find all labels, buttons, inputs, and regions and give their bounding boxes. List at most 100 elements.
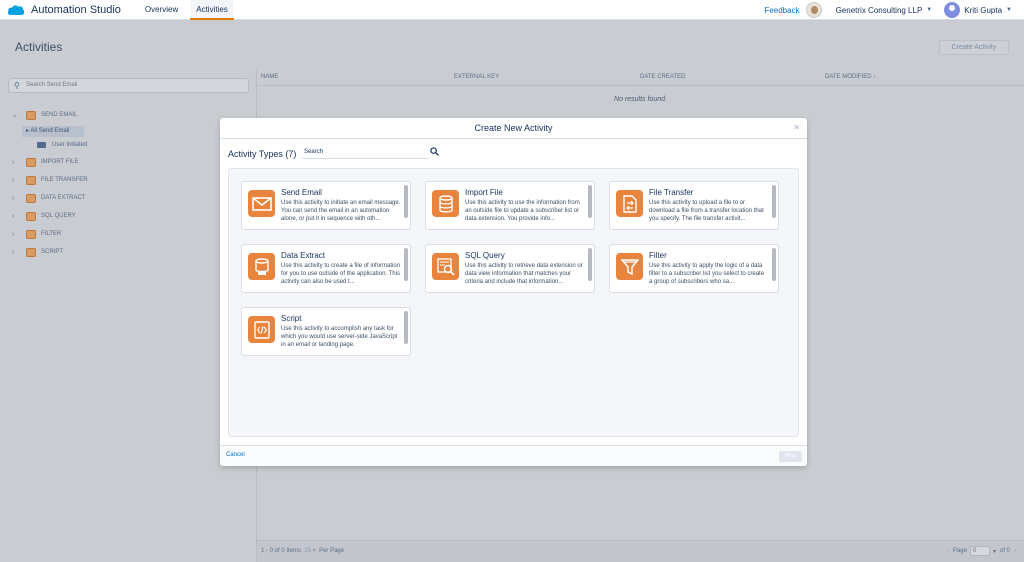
card-scrollbar[interactable] [404,248,408,281]
sql-query-icon [26,211,36,221]
chevron-down-icon[interactable]: ▾ [313,548,316,554]
page-total: of 0 [999,548,1010,554]
page-number-input[interactable]: 0 [969,546,990,556]
activity-card-sql-query[interactable]: SQL Query Use this activity to retrieve … [425,244,595,293]
create-activity-button[interactable]: Create Activity [939,40,1009,55]
items-count: 1 - 0 of 0 Items [261,548,302,554]
file-transfer-icon [26,175,36,185]
tree-item-label: IMPORT FILE [41,159,79,165]
folder-all-send-email[interactable]: ▸ All Send Email [22,126,84,137]
table-header: NAME EXTERNAL KEY DATE CREATED DATE MODI… [257,70,1024,86]
card-title: File Transfer [649,188,694,197]
tree-item-file-transfer[interactable]: › FILE TRANSFER [12,171,88,189]
tree-item-label: FILE TRANSFER [41,177,88,183]
empty-message: No results found. [614,96,667,103]
page-title: Activities [15,40,63,54]
card-description: Use this activity to accomplish any task… [281,326,398,348]
chevron-down-icon[interactable]: ⌄ [12,111,22,119]
cancel-button[interactable]: Cancel [226,452,245,458]
column-header-name[interactable]: NAME [261,74,278,80]
chevron-right-icon[interactable]: › [12,159,22,166]
card-title: Script [281,314,302,323]
tree-item-label: DATA EXTRACT [41,195,86,201]
activity-card-filter[interactable]: Filter Use this activity to apply the lo… [609,244,779,293]
tree-item-send-email[interactable]: ⌄ SEND EMAIL [12,106,88,124]
folder-label: All Send Email [30,128,70,134]
card-title: Filter [649,251,667,260]
tree-item-import-file[interactable]: › IMPORT FILE [12,153,88,171]
page-header: Activities Create Activity [0,20,1024,70]
chevron-down-icon[interactable]: ▼ [1006,7,1012,13]
card-description: Use this activity to use the information… [465,200,580,222]
activity-card-import-file[interactable]: Import File Use this activity to use the… [425,181,595,230]
tree-item-script[interactable]: › SCRIPT [12,243,88,261]
folder-user-initiated[interactable]: User Initiated [37,137,88,153]
card-description: Use this activity to upload a file to or… [649,200,764,222]
column-header-date-modified[interactable]: DATE MODIFIED ↓ [825,74,876,80]
tree-item-label: SCRIPT [41,249,64,255]
card-description: Use this activity to initiate an email m… [281,200,401,222]
activity-card-data-extract[interactable]: Data Extract Use this activity to create… [241,244,411,293]
chevron-right-icon[interactable]: › [12,195,22,202]
card-description: Use this activity to apply the logic of … [649,263,765,285]
script-icon [26,247,36,257]
close-icon[interactable]: ✕ [793,123,800,132]
search-placeholder: Search [304,149,324,155]
column-header-external-key[interactable]: EXTERNAL KEY [454,74,499,80]
tree-item-data-extract[interactable]: › DATA EXTRACT [12,189,88,207]
next-button[interactable]: Next [779,451,802,462]
folder-tree: ⌄ SEND EMAIL ▸ All Send Email User Initi… [12,106,88,261]
tree-item-label: SQL QUERY [41,213,76,219]
user-photo[interactable] [805,2,822,18]
tab-activities[interactable]: Activities [190,0,234,20]
search-icon: ⚲ [14,81,20,90]
chevron-down-icon[interactable]: ▼ [926,7,932,13]
sql-query-icon [432,253,459,280]
next-page-icon[interactable]: › [1014,548,1016,554]
activity-search-input[interactable]: Search [302,147,428,159]
avatar[interactable] [944,2,961,18]
card-scrollbar[interactable] [588,185,592,218]
chevron-right-icon[interactable]: › [12,213,22,220]
activity-card-send-email[interactable]: Send Email Use this activity to initiate… [241,181,411,230]
card-title: Send Email [281,188,322,197]
per-page-select[interactable]: 25 [304,548,311,554]
activity-types-label: Activity Types (7) [228,149,297,159]
chevron-down-icon[interactable]: ▾ [993,548,996,555]
per-page-label: Per Page [319,548,345,554]
folder-search-input[interactable]: ⚲ Search Send Email [8,78,249,93]
card-scrollbar[interactable] [404,185,408,218]
org-switcher[interactable]: Genetrix Consulting LLP [836,6,923,15]
data-extract-icon [248,253,275,280]
search-icon[interactable] [430,147,439,158]
tree-item-sql-query[interactable]: › SQL QUERY [12,207,88,225]
card-scrollbar[interactable] [772,185,776,218]
app-title[interactable]: Automation Studio [31,4,121,16]
activity-card-file-transfer[interactable]: File Transfer Use this activity to uploa… [609,181,779,230]
chevron-right-icon[interactable]: › [12,249,22,256]
feedback-link[interactable]: Feedback [764,6,799,15]
funnel-icon [616,253,643,280]
folder-panel: ⚲ Search Send Email ⌄ SEND EMAIL ▸ All S… [0,70,257,562]
card-description: Use this activity to create a file of in… [281,263,401,285]
activity-card-script[interactable]: Script Use this activity to accomplish a… [241,307,411,356]
envelope-icon [248,190,275,217]
salesforce-cloud-icon[interactable] [7,4,25,16]
tree-item-filter[interactable]: › FILTER [12,225,88,243]
chevron-right-icon[interactable]: › [12,231,22,238]
user-menu[interactable]: Kriti Gupta [964,6,1002,15]
modal-title: Create New Activity [474,123,553,133]
chevron-right-icon[interactable]: › [12,177,22,184]
send-email-icon [26,110,36,120]
card-scrollbar[interactable] [404,311,408,344]
card-scrollbar[interactable] [588,248,592,281]
tree-item-label: SEND EMAIL [41,112,78,118]
previous-page-icon[interactable]: ‹ [947,548,949,554]
column-header-date-created[interactable]: DATE CREATED [640,74,685,80]
top-bar: Automation Studio Overview Activities Fe… [0,0,1024,20]
filter-icon [26,229,36,239]
card-scrollbar[interactable] [772,248,776,281]
card-title: Data Extract [281,251,326,260]
tab-overview[interactable]: Overview [139,0,184,20]
script-icon [248,316,275,343]
